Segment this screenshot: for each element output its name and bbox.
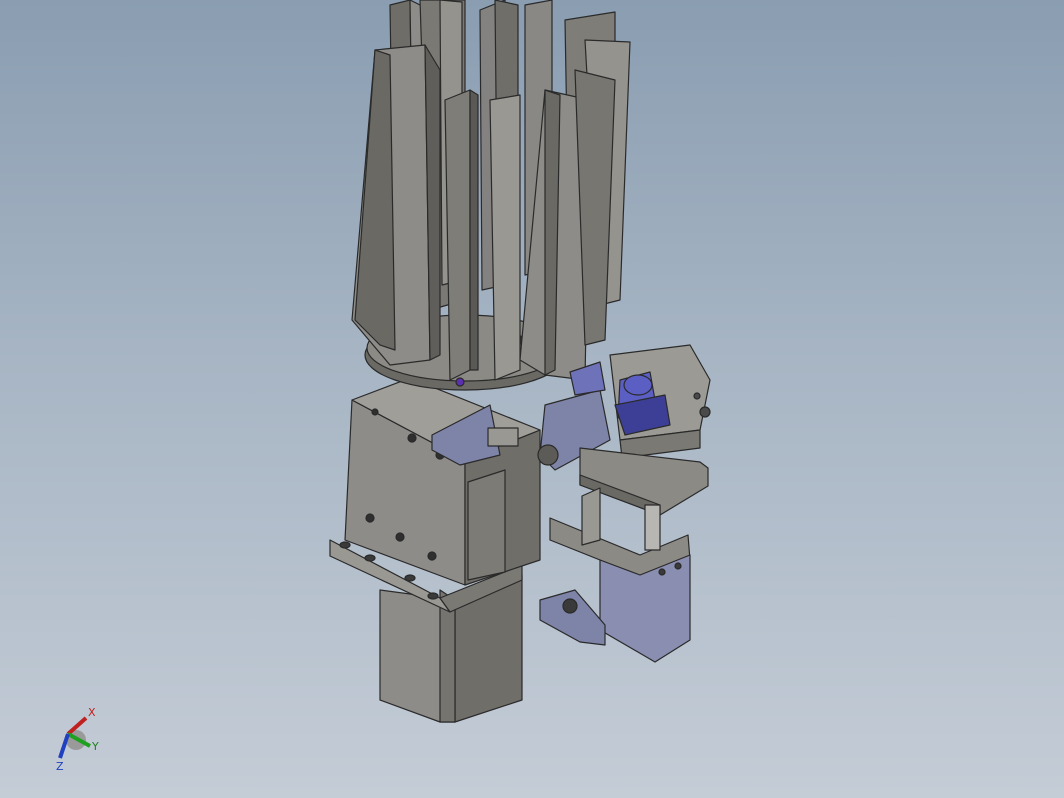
- main-housing: [344, 377, 541, 586]
- triad-y-label: Y: [91, 740, 99, 753]
- triad-z-label: Z: [56, 760, 64, 772]
- lower-support: [539, 487, 691, 663]
- 3d-model-view[interactable]: [0, 0, 1064, 798]
- triad-x-label: X: [88, 706, 96, 719]
- triad-z-axis: [58, 733, 70, 759]
- orientation-triad: X Y Z: [56, 706, 99, 772]
- cad-viewport[interactable]: X Y Z: [0, 0, 1064, 798]
- indicator-pin: [455, 377, 465, 387]
